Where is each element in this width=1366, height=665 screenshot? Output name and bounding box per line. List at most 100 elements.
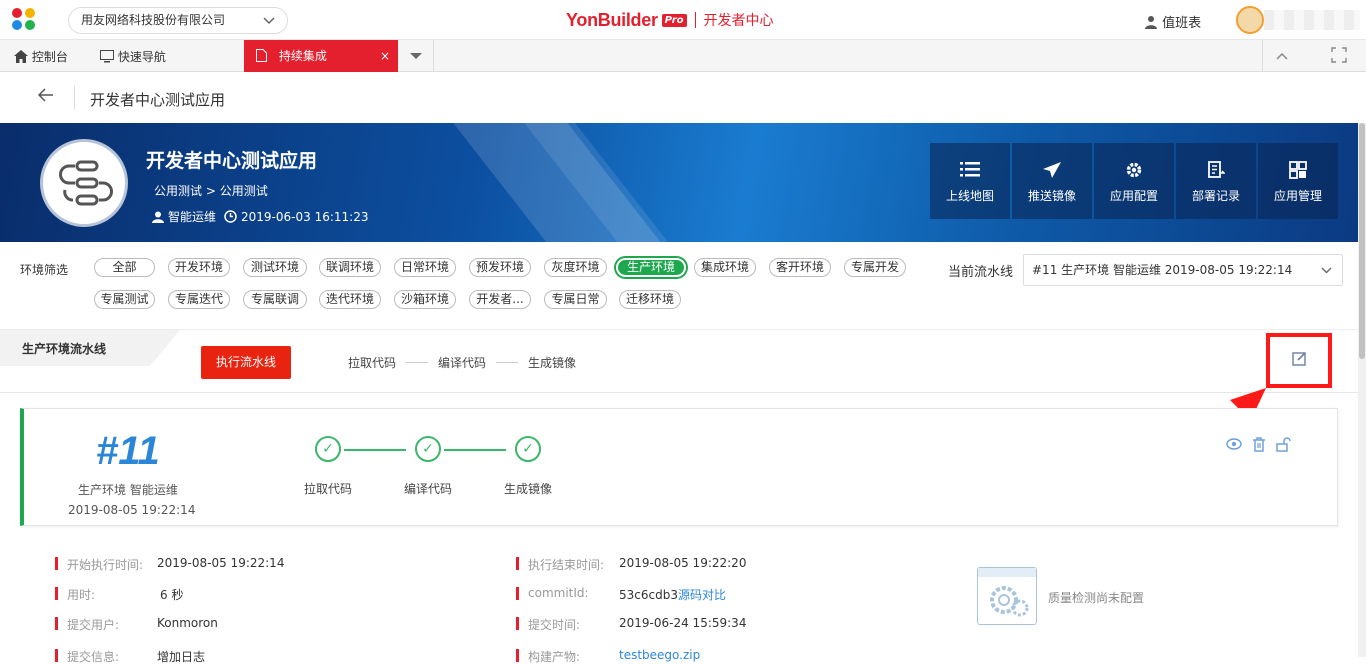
source-diff-link[interactable]: 源码对比	[678, 588, 726, 602]
commit-id-label: commitId:	[516, 586, 589, 600]
avatar[interactable]	[1236, 6, 1264, 34]
tab-quick-nav[interactable]: 快速导航	[100, 48, 166, 65]
page-header: 开发者中心测试应用	[0, 72, 1366, 124]
collapse-button[interactable]	[1262, 40, 1300, 72]
pipeline-select[interactable]: #11 生产环境 智能运维 2019-08-05 19:22:14	[1023, 254, 1343, 286]
app-meta: 智能运维 2019-06-03 16:11:23	[152, 208, 368, 225]
commit-id-value: 53c6cdb3	[619, 588, 678, 602]
env-pill[interactable]: 专属迭代	[168, 290, 230, 309]
org-select[interactable]: 用友网络科技股份有限公司	[68, 7, 288, 34]
gear-icon	[1126, 162, 1142, 178]
build-details: 开始执行时间: 2019-08-05 19:22:14 用时: 6 秒 提交用户…	[0, 545, 1358, 664]
env-pill[interactable]: 联调环境	[319, 258, 381, 277]
app-config-button[interactable]: 应用配置	[1094, 143, 1174, 219]
quality-gear-icon	[977, 567, 1037, 625]
scrollbar[interactable]	[1358, 123, 1366, 657]
app-path-1[interactable]: 公用测试	[154, 184, 202, 198]
env-pill[interactable]: 开发环境	[168, 258, 230, 277]
home-icon	[14, 50, 28, 63]
check-icon: ✓	[415, 436, 441, 462]
online-map-button[interactable]: 上线地图	[930, 143, 1010, 219]
duration-label: 用时:	[55, 586, 95, 603]
org-name: 用友网络科技股份有限公司	[81, 13, 226, 27]
build-card[interactable]: #11 生产环境 智能运维 2019-08-05 19:22:14 ✓ 拉取代码…	[20, 408, 1338, 526]
pipeline-icon	[40, 139, 128, 227]
fullscreen-icon	[1331, 47, 1347, 63]
top-bar: 用友网络科技股份有限公司 YonBuilder Pro 开发者中心 值班表	[0, 0, 1366, 40]
env-pill[interactable]: 测试环境	[243, 258, 307, 277]
env-pill[interactable]: 预发环境	[469, 258, 531, 277]
env-filter: 环境筛选 全部 开发环境 测试环境 联调环境 日常环境 预发环境 灰度环境 生产环境 集成环境客…	[0, 242, 1358, 330]
monitor-icon	[100, 50, 114, 63]
env-pill[interactable]: 集成环境	[694, 258, 756, 277]
tab-bar: 控制台 快速导航 持续集成 ×	[0, 40, 1366, 72]
env-pill[interactable]: 全部	[94, 258, 155, 277]
tab-more-button[interactable]	[398, 40, 434, 72]
user-icon	[152, 211, 164, 223]
app-manage-button[interactable]: 应用管理	[1258, 143, 1338, 219]
check-icon: ✓	[315, 436, 341, 462]
tab-console[interactable]: 控制台	[14, 48, 68, 65]
fullscreen-button[interactable]	[1320, 40, 1358, 72]
step-label: 生成镜像	[528, 356, 577, 370]
pipeline-tab[interactable]: 生产环境流水线	[0, 330, 180, 366]
env-pill[interactable]: 生产环境	[616, 258, 686, 277]
commit-user-label: 提交用户:	[55, 616, 119, 633]
app-banner: 开发者中心测试应用 公用测试 > 公用测试 智能运维 2019-06-03 16…	[0, 123, 1358, 242]
env-pill[interactable]: 日常环境	[394, 258, 456, 277]
env-pill[interactable]: 专属测试	[94, 290, 155, 309]
close-tab-button[interactable]: ×	[380, 40, 390, 72]
yonyou-logo-icon[interactable]	[12, 8, 38, 32]
run-pipeline-button[interactable]: 执行流水线	[201, 346, 291, 379]
pipeline-tab-label: 生产环境流水线	[22, 342, 107, 356]
chevron-down-icon	[263, 8, 275, 42]
app-created: 2019-06-03 16:11:23	[241, 209, 369, 224]
duration-value: 6 秒	[160, 588, 184, 602]
stage-pull: ✓ 拉取代码	[298, 436, 358, 497]
deploy-records-button[interactable]: 部署记录	[1176, 143, 1256, 219]
stage-image: ✓ 生成镜像	[498, 436, 558, 497]
commit-user-value: Konmoron	[157, 616, 218, 630]
caret-down-icon	[409, 53, 422, 59]
env-pill[interactable]: 专属开发	[844, 258, 906, 277]
duty-roster-link[interactable]: 值班表	[1144, 12, 1201, 31]
env-pill[interactable]: 沙箱环境	[394, 290, 456, 309]
build-time: 2019-08-05 19:22:14	[68, 503, 196, 517]
artifact-link[interactable]: testbeego.zip	[619, 648, 700, 662]
env-pill[interactable]: 迁移环境	[619, 290, 681, 309]
app-actions: 上线地图 推送镜像 应用配置 部署记录 应用管理	[930, 143, 1338, 219]
env-pill[interactable]: 开发者...	[469, 290, 531, 309]
back-arrow-icon[interactable]	[37, 86, 54, 107]
env-pill[interactable]: 客开环境	[769, 258, 831, 277]
build-env: 生产环境 智能运维	[78, 483, 178, 497]
step-label: 拉取代码	[348, 356, 397, 370]
push-image-button[interactable]: 推送镜像	[1012, 143, 1092, 219]
brand-badge: Pro	[661, 13, 687, 27]
eye-icon[interactable]	[1226, 437, 1242, 451]
commit-id: 53c6cdb3源码对比	[619, 586, 726, 603]
pipeline-select-value: #11 生产环境 智能运维 2019-08-05 19:22:14	[1032, 263, 1293, 277]
tab-continuous-integration[interactable]: 持续集成 ×	[244, 40, 398, 72]
start-time-label: 开始执行时间:	[55, 556, 143, 573]
end-time-label: 执行结束时间:	[516, 556, 604, 573]
env-pill[interactable]: 迭代环境	[319, 290, 381, 309]
step-label: 编译代码	[438, 356, 487, 370]
user-name-blurred	[1264, 10, 1360, 30]
app-owner: 智能运维	[168, 210, 217, 224]
stage-compile: ✓ 编译代码	[398, 436, 458, 497]
edit-icon[interactable]	[1292, 351, 1307, 370]
brand[interactable]: YonBuilder Pro 开发者中心	[566, 9, 774, 31]
env-pill[interactable]: 专属日常	[544, 290, 607, 309]
clock-icon	[224, 210, 237, 223]
commit-time-value: 2019-06-24 15:59:34	[619, 616, 747, 630]
commit-time-label: 提交时间:	[516, 616, 580, 633]
build-number: #11	[96, 429, 160, 473]
app-breadcrumb: 公用测试 > 公用测试	[154, 184, 268, 198]
check-icon: ✓	[515, 436, 541, 462]
pipeline-steps: 拉取代码 编译代码 生成镜像	[348, 354, 576, 371]
env-pill[interactable]: 灰度环境	[544, 258, 607, 277]
unlock-icon[interactable]	[1276, 437, 1291, 452]
trash-icon[interactable]	[1252, 437, 1266, 452]
app-path-2[interactable]: 公用测试	[220, 184, 268, 198]
env-pill[interactable]: 专属联调	[243, 290, 307, 309]
